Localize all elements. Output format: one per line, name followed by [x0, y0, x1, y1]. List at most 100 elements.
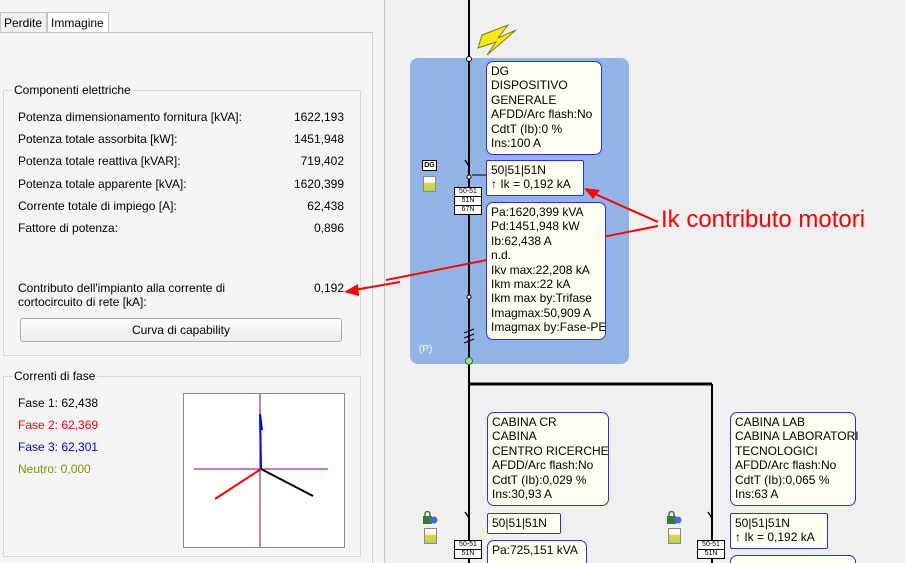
- card-line: AFDD/Arc flash:No: [491, 107, 593, 122]
- card-line: CdtT (Ib):0,029 %: [492, 472, 587, 487]
- card-line: DISPOSITIVO: [491, 78, 568, 93]
- card-line: Pd:1451,948 kW: [491, 219, 580, 234]
- card-line: Ikm max:22 kA: [491, 277, 571, 292]
- card-line: Ikv max:22,208 kA: [491, 262, 590, 277]
- card-line: n.d.: [491, 248, 512, 263]
- card-line: TECNOLOGICI: [735, 443, 818, 458]
- card-line: Imagmax:50,909 A: [491, 305, 592, 320]
- card-line: ↑ Ik = 0,192 kA: [491, 177, 571, 192]
- relay-label: 50-51: [454, 187, 482, 197]
- card-line: CdtT (Ib):0 %: [491, 121, 563, 136]
- card-line: CENTRO RICERCHE: [492, 443, 609, 458]
- card-line: Ins:30,93 A: [492, 487, 553, 502]
- relay-label: 50-51: [454, 540, 482, 550]
- properties-panel: Perdite Immagine Componenti elettriche P…: [0, 0, 385, 563]
- cabina-lab-results-card[interactable]: [730, 555, 856, 563]
- node-dot: [466, 294, 472, 300]
- fase-3-label: Fase 3: 62,301: [18, 440, 99, 454]
- relay-label: 67N: [454, 206, 482, 215]
- row-label: Fattore di potenza:: [18, 221, 119, 235]
- annotation-arrow-tail: [344, 281, 400, 296]
- phasor-svg: [194, 394, 328, 547]
- busbar-node: [465, 357, 473, 365]
- fase-2-label: Fase 2: 62,369: [18, 418, 99, 432]
- relay-label: 51N: [454, 550, 482, 559]
- node-dot: [466, 56, 472, 62]
- card-line: DG: [491, 64, 509, 78]
- tab-perdite[interactable]: Perdite: [0, 12, 48, 32]
- group-title: Componenti elettriche: [12, 83, 133, 97]
- curva-capability-button[interactable]: Curva di capability: [20, 318, 342, 342]
- row-label: Potenza totale assorbita [kW]:: [18, 132, 178, 146]
- card-line: Ib:62,438 A: [491, 233, 552, 248]
- card-line: Pa:1620,399 kVA: [491, 205, 584, 219]
- potenza-apparente-row: Potenza totale apparente [kVA]: 1620,399: [18, 177, 344, 191]
- potenza-assorbita-row: Potenza totale assorbita [kW]: 1451,948: [18, 132, 344, 146]
- card-line: CABINA LABORATORI: [735, 429, 859, 444]
- card-line: 50|51|51N: [492, 516, 547, 530]
- card-line: CABINA LAB: [735, 415, 806, 429]
- card-line: Ins:100 A: [491, 136, 542, 151]
- cable-break-mark: [463, 328, 475, 344]
- row-value: 719,402: [300, 154, 344, 168]
- row-value: 1620,399: [293, 177, 344, 191]
- cabina-cr-card[interactable]: CABINA CR CABINA CENTRO RICERCHE AFDD/Ar…: [487, 412, 609, 506]
- tab-immagine[interactable]: Immagine: [47, 12, 109, 32]
- card-line: 50|51|51N: [491, 163, 546, 177]
- card-line: CdtT (Ib):0,065 %: [735, 472, 830, 487]
- group-title: Correnti di fase: [12, 369, 98, 383]
- card-line: Pa:725,151 kVA: [492, 543, 578, 557]
- card-line: 50|51|51N: [735, 516, 790, 530]
- phasor-fase1: [260, 468, 314, 497]
- row-value: 1451,948: [293, 132, 344, 146]
- fattore-potenza-row: Fattore di potenza: 0,896: [18, 221, 344, 235]
- card-line: Ikm max by:Trifase: [491, 291, 592, 306]
- row-label: Potenza totale reattiva [kVAR]:: [18, 154, 181, 168]
- tab-bar: Perdite Immagine: [0, 12, 109, 32]
- relay-label: 51N: [697, 550, 725, 559]
- row-label: Potenza dimensionamento fornitura [kVA]:: [18, 110, 242, 124]
- row-value: 0,896: [313, 221, 344, 235]
- node-dot: [466, 174, 472, 180]
- lock-user-icon[interactable]: [666, 510, 682, 525]
- card-line: AFDD/Arc flash:No: [735, 458, 837, 473]
- row-label: Potenza totale apparente [kVA]:: [18, 177, 187, 191]
- dg-results-card[interactable]: Pa:1620,399 kVA Pd:1451,948 kW Ib:62,438…: [486, 202, 606, 340]
- meter-icon[interactable]: [668, 528, 681, 544]
- dg-protection-card[interactable]: 50|51|51N ↑ Ik = 0,192 kA: [486, 160, 584, 196]
- cr-relay-labels: 50-51 51N: [454, 540, 482, 559]
- annotation-arrowhead-1: [584, 188, 600, 199]
- fase-1-label: Fase 1: 62,438: [18, 396, 99, 410]
- contributo-label-line1: Contributo dell'impianto alla corrente d…: [18, 281, 226, 295]
- card-line: CABINA: [492, 429, 537, 444]
- phasor-diagram: [183, 393, 345, 548]
- single-line-diagram: (P) 50-51 51N 67N 50-51 51N 50-51 51N DG…: [344, 0, 905, 563]
- tab-divider: [0, 32, 373, 33]
- cabina-lab-protection-card[interactable]: 50|51|51N ↑ Ik = 0,192 kA: [730, 513, 828, 549]
- cabina-cr-results-card[interactable]: Pa:725,151 kVA: [487, 540, 587, 563]
- meter-icon[interactable]: [424, 528, 437, 544]
- row-label: Corrente totale di impiego [A]:: [18, 199, 177, 213]
- card-line: CABINA CR: [492, 415, 557, 429]
- contributo-label-line2: cortocircuito di rete [kA]:: [18, 295, 147, 309]
- relay-label: 51N: [454, 197, 482, 206]
- row-value: 1622,193: [293, 110, 344, 124]
- card-line: ↑ Ik = 0,192 kA: [735, 530, 815, 545]
- dg-info-card[interactable]: DG DISPOSITIVO GENERALE AFDD/Arc flash:N…: [486, 61, 602, 155]
- potenza-dimensionamento-row: Potenza dimensionamento fornitura [kVA]:…: [18, 110, 344, 124]
- card-line: GENERALE: [491, 92, 557, 107]
- dg-tag: DG: [422, 160, 437, 171]
- card-line: Ins:63 A: [735, 487, 779, 502]
- potenza-reattiva-row: Potenza totale reattiva [kVAR]: 719,402: [18, 154, 344, 168]
- card-line: AFDD/Arc flash:No: [492, 458, 594, 473]
- neutro-label: Neutro: 0,000: [18, 462, 91, 476]
- meter-icon[interactable]: [423, 176, 436, 192]
- annotation-ik-contributo: Ik contributo motori: [661, 206, 866, 233]
- cabina-cr-protection-card[interactable]: 50|51|51N: [487, 513, 561, 534]
- lab-relay-labels: 50-51 51N: [697, 540, 725, 559]
- card-line: Imagmax by:Fase-PE: [491, 320, 607, 335]
- cabina-lab-card[interactable]: CABINA LAB CABINA LABORATORI TECNOLOGICI…: [730, 412, 859, 506]
- lock-user-icon[interactable]: [422, 510, 438, 525]
- lightning-icon: [477, 23, 517, 56]
- dg-relay-labels: 50-51 51N 67N: [454, 187, 482, 215]
